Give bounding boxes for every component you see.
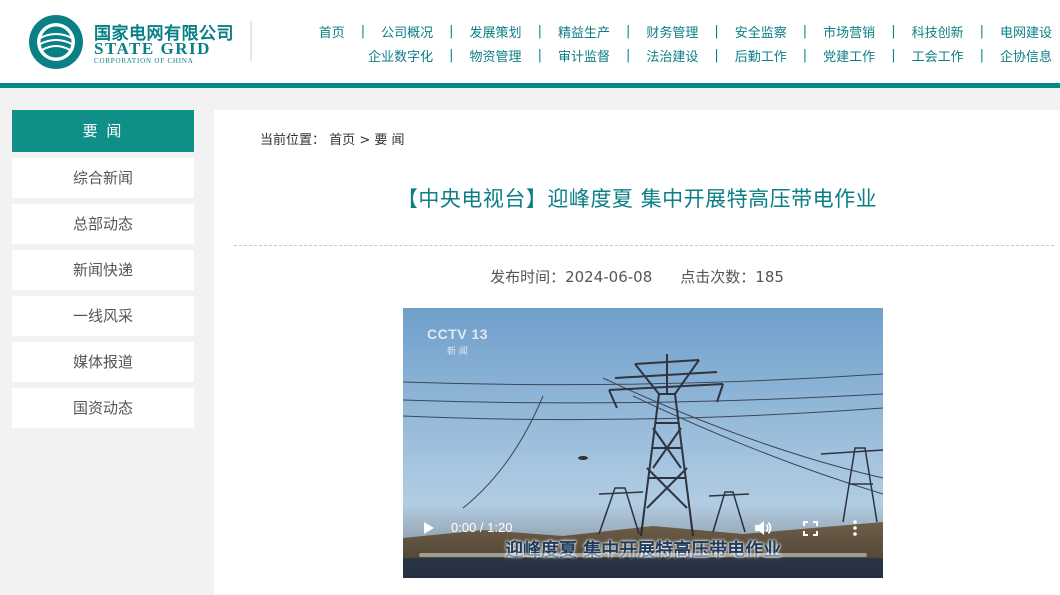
logo-english-name: STATE GRID (94, 39, 211, 58)
volume-icon[interactable] (753, 519, 773, 537)
nav-label[interactable]: 企业数字化 (368, 46, 433, 65)
top-nav-row-1: 首页 | 公司概况 | 发展策划 | 精益生产 | 财务管理 | 安全监察 | 市场营销 | … (319, 22, 1052, 41)
nav-label[interactable]: 审计监督 (558, 46, 610, 65)
sidebar-title[interactable]: 要 闻 (12, 110, 194, 152)
nav-item[interactable]: 精益生产 | (558, 22, 646, 41)
nav-item[interactable]: 发展策划 | (470, 22, 558, 41)
play-icon[interactable] (419, 519, 437, 537)
nav-label[interactable]: 法治建设 (646, 46, 698, 65)
article-title: 【中央电视台】迎峰度夏 集中开展特高压带电作业 (396, 187, 878, 211)
publish-label: 发布时间： (490, 268, 566, 286)
site-header: 国家电网有限公司 STATE GRID CORPORATION OF CHINA… (0, 0, 1060, 83)
nav-item[interactable]: 法治建设 | (646, 46, 734, 65)
nav-label[interactable]: 后勤工作 (735, 46, 787, 65)
nav-label[interactable]: 工会工作 (912, 46, 964, 65)
nav-item[interactable]: 市场营销 | (823, 22, 911, 41)
breadcrumb-home-link[interactable]: 首页 (329, 133, 355, 148)
nav-label[interactable]: 党建工作 (823, 46, 875, 65)
nav-label[interactable]: 市场营销 (823, 22, 875, 41)
sidebar-item-media-reports[interactable]: 媒体报道 (12, 342, 194, 382)
nav-item[interactable]: 党建工作 | (823, 46, 911, 65)
title-divider (234, 245, 1054, 246)
breadcrumb-current[interactable]: 要 闻 (374, 133, 404, 148)
sidebar-item-comprehensive-news[interactable]: 综合新闻 (12, 158, 194, 198)
channel-subtitle: 新 闻 (447, 347, 468, 357)
news-ticker (403, 558, 883, 578)
sidebar-item-frontline[interactable]: 一线风采 (12, 296, 194, 336)
nav-item[interactable]: 物资管理 | (470, 46, 558, 65)
nav-label[interactable]: 安全监察 (735, 22, 787, 41)
nav-item[interactable]: 企协信息| (1000, 46, 1052, 65)
more-vertical-icon[interactable] (851, 519, 859, 537)
header-accent-bar (0, 83, 1060, 88)
logo-english-subtitle: CORPORATION OF CHINA (94, 57, 194, 65)
nav-item[interactable]: 财务管理 | (646, 22, 734, 41)
article-meta: 发布时间：2024-06-08 点击次数：185 (214, 266, 1060, 287)
nav-item[interactable]: 电网建设| (1000, 22, 1052, 41)
nav-label[interactable]: 物资管理 (470, 46, 522, 65)
nav-label[interactable]: 发展策划 (470, 22, 522, 41)
video-time: 0:00 / 1:20 (451, 520, 513, 535)
nav-label[interactable]: 企协信息 (1000, 46, 1052, 65)
top-nav-row-2: 企业数字化 | 物资管理 | 审计监督 | 法治建设 | 后勤工作 | 党建工作 | 工会工… (368, 46, 1052, 65)
nav-label[interactable]: 公司概况 (381, 22, 433, 41)
video-progress-bar[interactable] (419, 553, 867, 557)
state-grid-logo[interactable]: 国家电网有限公司 STATE GRID CORPORATION OF CHINA (28, 14, 234, 70)
sidebar-item-news-express[interactable]: 新闻快递 (12, 250, 194, 290)
sidebar-item-sasac-updates[interactable]: 国资动态 (12, 388, 194, 428)
breadcrumb: 当前位置： 首页 > 要 闻 (260, 129, 405, 148)
article-panel: 当前位置： 首页 > 要 闻 【中央电视台】迎峰度夏 集中开展特高压带电作业 发… (214, 110, 1060, 595)
nav-item[interactable]: 企业数字化 | (368, 46, 469, 65)
nav-label[interactable]: 电网建设 (1000, 22, 1052, 41)
state-grid-emblem-icon (29, 15, 83, 69)
nav-item[interactable]: 科技创新 | (912, 22, 1000, 41)
publish-date: 2024-06-08 (565, 268, 653, 286)
nav-item[interactable]: 工会工作 | (912, 46, 1000, 65)
clicks-label: 点击次数： (680, 268, 756, 286)
nav-label[interactable]: 财务管理 (646, 22, 698, 41)
video-player[interactable]: CCTV 13 新 闻 迎峰度夏 集中开展特高压带电作业 0:00 / 1:20 (403, 308, 883, 578)
breadcrumb-separator: > (359, 133, 371, 148)
nav-item[interactable]: 公司概况 | (381, 22, 469, 41)
sidebar: 要 闻 综合新闻 总部动态 新闻快递 一线风采 媒体报道 国资动态 (12, 110, 194, 428)
nav-item[interactable]: 安全监察 | (735, 22, 823, 41)
click-count: 185 (755, 268, 784, 286)
nav-label[interactable]: 科技创新 (912, 22, 964, 41)
fullscreen-icon[interactable] (803, 521, 818, 536)
sidebar-item-hq-updates[interactable]: 总部动态 (12, 204, 194, 244)
header-divider (250, 21, 252, 61)
nav-item[interactable]: 首页 | (319, 22, 381, 41)
channel-logo: CCTV 13 (427, 326, 489, 342)
nav-label[interactable]: 精益生产 (558, 22, 610, 41)
nav-item[interactable]: 审计监督 | (558, 46, 646, 65)
nav-item[interactable]: 后勤工作 | (735, 46, 823, 65)
nav-label[interactable]: 首页 (319, 22, 345, 41)
breadcrumb-prefix: 当前位置： (260, 133, 326, 148)
